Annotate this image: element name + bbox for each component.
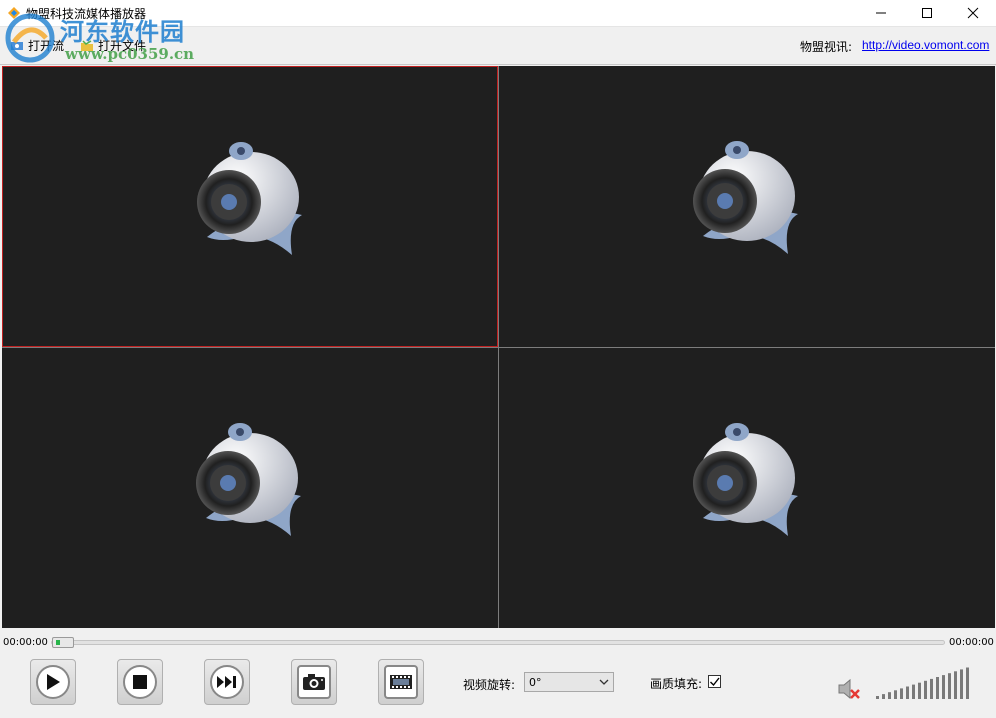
- play-icon: [47, 674, 60, 690]
- volume-step[interactable]: [930, 678, 933, 699]
- open-stream-button[interactable]: 打开流: [10, 37, 64, 54]
- record-button[interactable]: [378, 659, 424, 705]
- stream-icon: [11, 41, 23, 50]
- video-pane-2[interactable]: [499, 66, 995, 347]
- step-forward-icon: [217, 676, 236, 688]
- maximize-button[interactable]: [904, 0, 950, 26]
- open-stream-label: 打开流: [28, 39, 65, 53]
- total-time: 00:00:00: [949, 637, 994, 648]
- volume-step[interactable]: [912, 684, 915, 699]
- folder-icon: [81, 39, 93, 51]
- volume-step[interactable]: [948, 673, 951, 699]
- webcam-icon: [693, 423, 798, 536]
- video-pane-1[interactable]: [2, 66, 498, 347]
- rotation-select[interactable]: 0°: [524, 672, 614, 692]
- video-grid: [2, 66, 995, 628]
- open-file-label: 打开文件: [98, 39, 147, 53]
- current-time: 00:00:00: [3, 637, 48, 648]
- window-title: 物盟科技流媒体播放器: [26, 7, 147, 21]
- volume-step[interactable]: [942, 675, 945, 699]
- volume-bar[interactable]: [876, 666, 970, 699]
- play-button[interactable]: [30, 659, 76, 705]
- minimize-button[interactable]: [858, 0, 904, 26]
- step-forward-button[interactable]: [204, 659, 250, 705]
- rotation-label: 视频旋转:: [463, 678, 516, 692]
- toolbar: 打开流 打开文件 物盟视讯: http://video.vomont.com: [0, 27, 996, 65]
- webcam-icon: [196, 423, 301, 536]
- close-icon: [967, 7, 979, 19]
- open-file-button[interactable]: 打开文件: [80, 37, 146, 54]
- webcam-icon: [197, 142, 302, 255]
- video-pane-4[interactable]: [499, 348, 995, 628]
- volume-step[interactable]: [960, 669, 963, 699]
- volume-step[interactable]: [966, 667, 969, 700]
- snapshot-button[interactable]: [291, 659, 337, 705]
- volume-step[interactable]: [924, 680, 927, 699]
- film-icon: [390, 675, 412, 689]
- camera-icon: [303, 674, 325, 690]
- seek-thumb[interactable]: [52, 637, 74, 648]
- stop-button[interactable]: [117, 659, 163, 705]
- volume-step[interactable]: [900, 688, 903, 699]
- volume-step[interactable]: [894, 690, 897, 699]
- webcam-icon: [693, 141, 798, 254]
- volume-step[interactable]: [876, 696, 879, 699]
- seek-fill: [56, 640, 60, 645]
- site-link[interactable]: http://video.vomont.com: [862, 38, 989, 52]
- volume-step[interactable]: [936, 677, 939, 699]
- close-button[interactable]: [950, 0, 996, 26]
- seek-track[interactable]: [51, 640, 945, 645]
- mute-icon[interactable]: [836, 676, 862, 702]
- video-pane-3[interactable]: [2, 348, 498, 628]
- rotation-value: 0°: [529, 676, 542, 689]
- seek-bar[interactable]: [51, 637, 945, 648]
- volume-step[interactable]: [918, 682, 921, 699]
- volume-step[interactable]: [954, 671, 957, 699]
- stop-icon: [133, 675, 147, 689]
- checkmark-icon: [710, 677, 720, 687]
- title-bar: 物盟科技流媒体播放器: [0, 0, 996, 27]
- chevron-down-icon: [599, 679, 609, 685]
- maximize-icon: [922, 8, 932, 18]
- minimize-icon: [876, 12, 886, 14]
- fill-label: 画质填充:: [650, 677, 703, 691]
- volume-step[interactable]: [888, 692, 891, 699]
- fill-checkbox[interactable]: [708, 675, 721, 688]
- volume-step[interactable]: [882, 694, 885, 699]
- volume-step[interactable]: [906, 686, 909, 700]
- site-label: 物盟视讯:: [800, 40, 853, 54]
- app-icon: [8, 7, 20, 19]
